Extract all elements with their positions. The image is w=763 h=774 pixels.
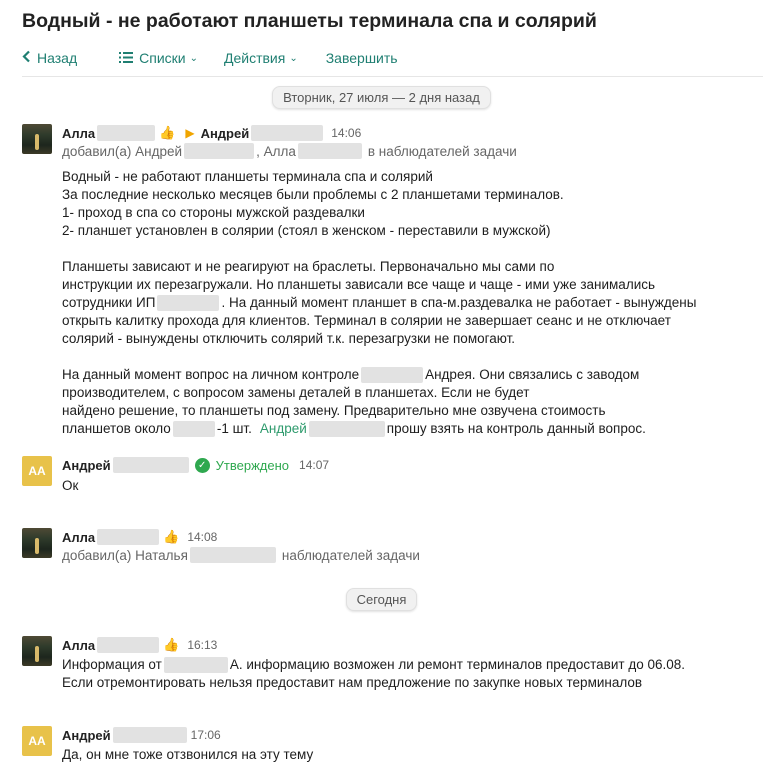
redacted-text [157,295,220,311]
author-name[interactable]: Алла [62,638,95,653]
redacted-text [184,143,255,159]
back-label: Назад [37,50,78,66]
system-notice: добавил(а) Наталья наблюдателей задачи [62,547,420,563]
thumbs-up-icon: 👍 [163,529,180,544]
author-name[interactable]: Андрей [62,458,111,473]
redacted-text [97,637,160,653]
date-separator-label: Вторник, 27 июля — 2 дня назад [272,86,491,109]
system-notice: добавил(а) Андрей , Алла в наблюдателей … [62,143,517,159]
author-name[interactable]: Алла [62,126,95,141]
redacted-text [361,367,424,383]
avatar[interactable] [22,528,52,558]
message-time: 17:06 [190,728,221,742]
actions-menu-button[interactable]: Действия ⌄ [224,50,298,66]
thumbs-up-icon: 👍 [159,125,176,140]
toolbar: Назад Списки ⌄ Действия ⌄ Завершить [22,48,398,68]
arrow-right-icon: ▶ [185,126,195,140]
redacted-text [112,457,189,473]
lists-label: Списки [139,50,186,66]
avatar[interactable]: АА [22,456,52,486]
redacted-text [251,125,324,141]
message-time: 16:13 [187,638,218,652]
user-mention[interactable]: Андрей [260,420,307,438]
recipient-name[interactable]: Андрей [201,126,250,141]
divider [22,76,763,77]
author-name[interactable]: Андрей [62,728,111,743]
author-name[interactable]: Алла [62,530,95,545]
date-separator: Вторник, 27 июля — 2 дня назад [0,86,763,109]
check-circle-icon: ✓ [194,457,210,473]
redacted-text [189,547,276,563]
message-text: Информация от А. информацию возможен ли … [62,657,686,690]
lists-menu-button[interactable]: Списки ⌄ [119,50,198,66]
message-text: Водный - не работают планшеты терминала … [62,169,697,438]
redacted-text [97,529,160,545]
thumbs-up-icon: 👍 [163,637,180,652]
finish-label: Завершить [325,50,398,66]
chevron-down-icon: ⌄ [189,52,198,64]
redacted-text [112,727,187,743]
page-title: Водный - не работают планшеты терминала … [22,10,597,32]
redacted-text [163,657,228,673]
date-separator: Сегодня [0,588,763,611]
chevron-left-icon [22,50,31,66]
message-time: 14:07 [299,458,330,472]
list-icon [119,50,134,66]
avatar[interactable]: АА [22,726,52,756]
redacted-text [172,421,215,437]
back-button[interactable]: Назад [22,50,77,66]
redacted-text [308,421,385,437]
actions-label: Действия [223,50,286,66]
redacted-text [297,143,362,159]
avatar[interactable] [22,124,52,154]
message-time: 14:08 [187,530,218,544]
chevron-down-icon: ⌄ [289,52,298,64]
avatar[interactable] [22,636,52,666]
status-badge: Утверждено [215,457,290,473]
message-time: 14:06 [331,126,362,140]
finish-button[interactable]: Завершить [326,50,398,66]
message-text: Да, он мне тоже отзвонился на эту тему [62,747,314,762]
redacted-text [97,125,156,141]
date-separator-label: Сегодня [345,588,418,611]
message-text: Ок [62,478,79,493]
